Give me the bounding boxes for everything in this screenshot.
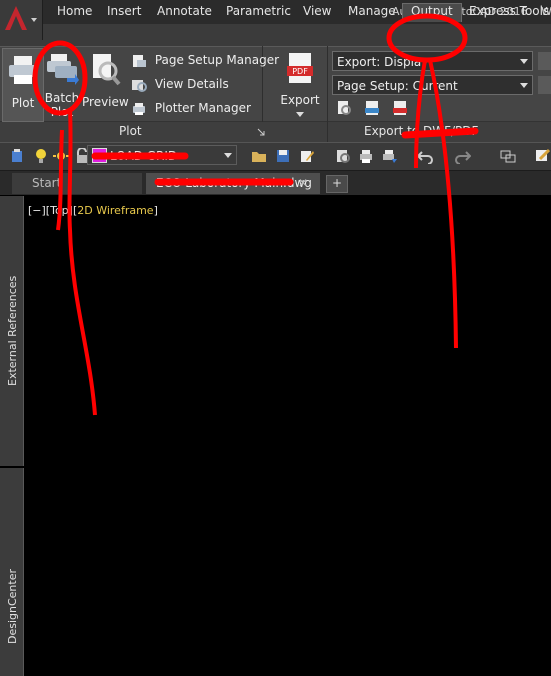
- export-button[interactable]: PDF Export: [280, 48, 320, 120]
- ribbon-extra-button-2[interactable]: [538, 76, 551, 94]
- batch-plot-button[interactable]: Batch Plot: [43, 48, 81, 120]
- match-properties-icon[interactable]: [534, 148, 550, 164]
- preview-page-icon[interactable]: [336, 100, 352, 116]
- batch-print-icon[interactable]: [382, 148, 398, 164]
- plotter-manager-label: Plotter Manager: [154, 101, 251, 115]
- close-tab-icon[interactable]: ✕: [298, 173, 308, 194]
- chevron-down-icon: [520, 83, 528, 88]
- preview-button[interactable]: Preview: [82, 48, 129, 120]
- page-setup-manager-label: Page Setup Manager: [154, 53, 280, 67]
- visual-style-control[interactable]: 2D Wireframe: [77, 204, 153, 217]
- export-dropdown-arrow-icon: [296, 112, 304, 117]
- batch-plot-label-line2: Plot: [50, 105, 74, 119]
- undo-icon[interactable]: [417, 148, 433, 164]
- preview-label: Preview: [82, 95, 129, 109]
- plot-button[interactable]: Plot: [2, 48, 44, 122]
- view-cube-control[interactable]: Top: [50, 204, 69, 217]
- export-panel-title: Export to DWF/PDF: [364, 124, 479, 138]
- tab-view[interactable]: View: [303, 4, 331, 22]
- chevron-down-icon: [224, 153, 232, 158]
- batch-plot-label-line1: Batch: [44, 91, 80, 105]
- printer-small-icon[interactable]: [358, 148, 374, 164]
- magnifier-preview-icon: [93, 54, 121, 86]
- plot-label: Plot: [11, 96, 35, 110]
- viewport-close-bracket: ]: [153, 204, 158, 217]
- workspace-icon[interactable]: [500, 148, 516, 164]
- layer-states-icon[interactable]: [9, 148, 25, 164]
- pdf-small-icon[interactable]: [392, 100, 408, 116]
- export-label: Export: [280, 93, 320, 107]
- plot-panel-title: Plot: [119, 124, 142, 138]
- view-details-label: View Details: [154, 77, 229, 91]
- tab-annotate[interactable]: Annotate: [157, 4, 212, 22]
- lightbulb-icon[interactable]: [33, 148, 49, 164]
- tab-express-tools[interactable]: Express Tools: [469, 4, 549, 22]
- layer-name: LOAD GRID: [110, 149, 178, 163]
- save-icon[interactable]: [275, 148, 291, 164]
- dialog-launcher-icon[interactable]: [257, 128, 265, 136]
- tab-parametric[interactable]: Parametric: [226, 4, 291, 22]
- plotter-manager-icon: [133, 102, 145, 115]
- view-details-icon: [132, 79, 147, 92]
- application-menu-button[interactable]: [0, 0, 43, 40]
- redo-icon[interactable]: [455, 148, 471, 164]
- dwfx-export-icon[interactable]: [364, 100, 380, 116]
- sun-freeze-icon[interactable]: [53, 148, 69, 164]
- page-setup-value: Page Setup: Current: [337, 79, 458, 93]
- export-scope-value: Export: Display: [337, 55, 429, 69]
- external-references-label: External References: [6, 275, 19, 386]
- layer-dropdown[interactable]: LOAD GRID: [87, 145, 237, 165]
- tab-manage[interactable]: Manage: [348, 4, 396, 22]
- edit-icon[interactable]: [299, 148, 315, 164]
- plot-preview-icon[interactable]: [335, 148, 351, 164]
- tab-output[interactable]: Output: [402, 3, 462, 22]
- open-folder-icon[interactable]: [251, 148, 267, 164]
- panel-separator: [327, 46, 328, 142]
- drawing-tab-label: ECO Laboratory Main.dwg: [156, 176, 312, 190]
- tab-home[interactable]: Home: [57, 4, 92, 22]
- svg-text:PDF: PDF: [292, 67, 308, 76]
- page-setup-icon: [133, 54, 146, 67]
- file-tab-drawing[interactable]: ECO Laboratory Main.dwg: [146, 173, 320, 194]
- tab-insert[interactable]: Insert: [107, 4, 141, 22]
- view-details-button[interactable]: View Details: [131, 77, 229, 92]
- chevron-down-icon: [520, 59, 528, 64]
- batch-plot-icon: [47, 54, 79, 85]
- ribbon-extra-button[interactable]: [538, 52, 551, 70]
- plotter-manager-button[interactable]: Plotter Manager: [131, 101, 251, 116]
- viewport-controls[interactable]: [−][Top][2D Wireframe]: [28, 204, 158, 217]
- design-center-label: DesignCenter: [6, 568, 19, 644]
- export-scope-dropdown[interactable]: Export: Display: [332, 51, 533, 71]
- pdf-export-icon: PDF: [287, 53, 313, 83]
- viewport-control-menu[interactable]: [−][: [28, 204, 50, 217]
- autocad-logo-icon: [5, 6, 37, 30]
- drawing-viewport[interactable]: [24, 196, 551, 676]
- viewport-separator: ][: [68, 204, 78, 217]
- page-setup-manager-button[interactable]: Page Setup Manager: [131, 53, 279, 68]
- ribbon-tab-row: [0, 24, 551, 46]
- printer-icon: [9, 56, 37, 84]
- new-tab-plus-icon[interactable]: +: [326, 175, 348, 193]
- page-setup-dropdown[interactable]: Page Setup: Current: [332, 75, 533, 95]
- file-tab-start[interactable]: Start: [12, 173, 142, 194]
